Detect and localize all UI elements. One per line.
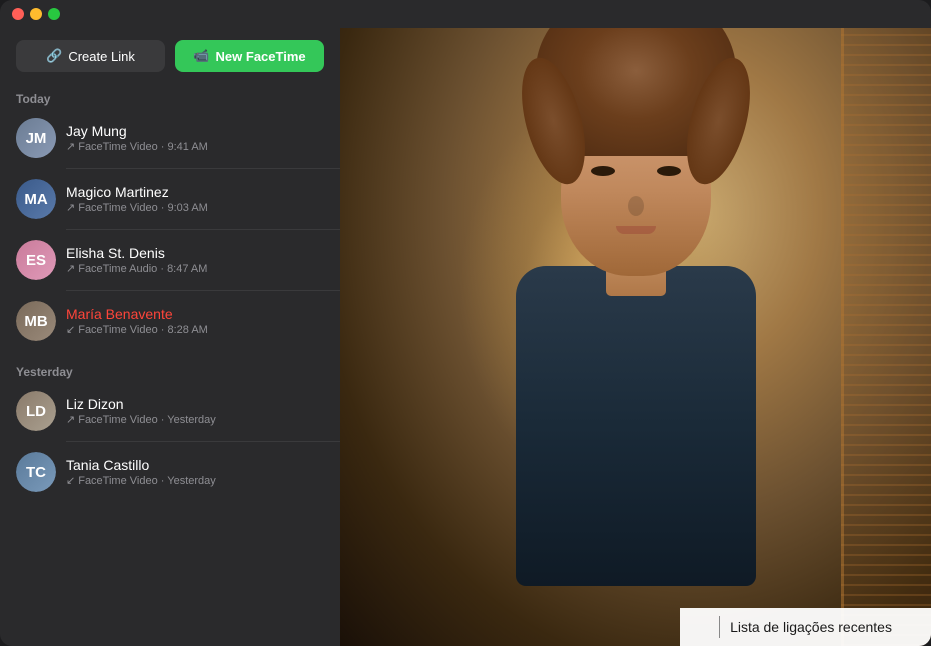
video-icon: 📹 bbox=[193, 48, 209, 64]
call-detail-magico-martinez: ↗ FaceTime Video · 9:03 AM bbox=[66, 201, 324, 214]
close-button[interactable] bbox=[12, 8, 24, 20]
call-item-maria[interactable]: MB María Benavente ↙ FaceTime Video · 8:… bbox=[0, 293, 340, 349]
call-item-tania[interactable]: TC Tania Castillo ↙ FaceTime Video · Yes… bbox=[0, 444, 340, 500]
app-window: 🔗 Create Link 📹 New FaceTime Today JM bbox=[0, 0, 931, 646]
call-name-elisha: Elisha St. Denis bbox=[66, 245, 324, 261]
avatar-maria: MB bbox=[16, 301, 56, 341]
call-name-tania: Tania Castillo bbox=[66, 457, 324, 473]
call-detail-tania: ↙ FaceTime Video · Yesterday bbox=[66, 474, 324, 487]
call-detail-liz: ↗ FaceTime Video · Yesterday bbox=[66, 413, 324, 426]
avatar-liz: LD bbox=[16, 391, 56, 431]
direction-arrow-tania: ↙ bbox=[66, 474, 75, 487]
avatar-jay-mung: JM bbox=[16, 118, 56, 158]
direction-arrow-liz: ↗ bbox=[66, 413, 75, 426]
direction-arrow-elisha: ↗ bbox=[66, 262, 75, 275]
call-info-liz: Liz Dizon ↗ FaceTime Video · Yesterday bbox=[66, 396, 324, 426]
eye-right bbox=[657, 166, 681, 176]
sidebar: 🔗 Create Link 📹 New FaceTime Today JM bbox=[0, 28, 340, 646]
mouth bbox=[616, 226, 656, 234]
title-bar bbox=[0, 0, 931, 28]
call-list: Today JM Jay Mung ↗ FaceTime Video · 9:4… bbox=[0, 84, 340, 646]
create-link-label: Create Link bbox=[68, 49, 134, 64]
eye-left bbox=[591, 166, 615, 176]
divider bbox=[66, 229, 340, 230]
new-facetime-button[interactable]: 📹 New FaceTime bbox=[175, 40, 324, 72]
avatar-magico-martinez: MA bbox=[16, 179, 56, 219]
call-item-jay-mung[interactable]: JM Jay Mung ↗ FaceTime Video · 9:41 AM bbox=[0, 110, 340, 166]
section-today: Today bbox=[0, 84, 340, 110]
call-name-liz: Liz Dizon bbox=[66, 396, 324, 412]
caption-line bbox=[719, 616, 720, 638]
call-name-maria: María Benavente bbox=[66, 306, 324, 322]
call-item-elisha[interactable]: ES Elisha St. Denis ↗ FaceTime Audio · 8… bbox=[0, 232, 340, 288]
person-figure bbox=[476, 86, 796, 586]
call-item-magico-martinez[interactable]: MA Magico Martinez ↗ FaceTime Video · 9:… bbox=[0, 171, 340, 227]
call-info-magico-martinez: Magico Martinez ↗ FaceTime Video · 9:03 … bbox=[66, 184, 324, 214]
traffic-lights bbox=[12, 8, 60, 20]
person-body bbox=[516, 266, 756, 586]
call-name-jay-mung: Jay Mung bbox=[66, 123, 324, 139]
call-detail-elisha: ↗ FaceTime Audio · 8:47 AM bbox=[66, 262, 324, 275]
call-detail-jay-mung: ↗ FaceTime Video · 9:41 AM bbox=[66, 140, 324, 153]
main-content: 🔗 Create Link 📹 New FaceTime Today JM bbox=[0, 28, 931, 646]
call-item-liz[interactable]: LD Liz Dizon ↗ FaceTime Video · Yesterda… bbox=[0, 383, 340, 439]
caption-text: Lista de ligações recentes bbox=[730, 619, 892, 635]
avatar-tania: TC bbox=[16, 452, 56, 492]
sidebar-header: 🔗 Create Link 📹 New FaceTime bbox=[0, 28, 340, 84]
window-decoration bbox=[841, 28, 931, 646]
direction-arrow-maria: ↙ bbox=[66, 323, 75, 336]
create-link-button[interactable]: 🔗 Create Link bbox=[16, 40, 165, 72]
photo-area: Lista de ligações recentes bbox=[340, 28, 931, 646]
call-detail-maria: ↙ FaceTime Video · 8:28 AM bbox=[66, 323, 324, 336]
divider bbox=[66, 441, 340, 442]
call-info-maria: María Benavente ↙ FaceTime Video · 8:28 … bbox=[66, 306, 324, 336]
divider bbox=[66, 168, 340, 169]
direction-arrow-jay: ↗ bbox=[66, 140, 75, 153]
call-info-jay-mung: Jay Mung ↗ FaceTime Video · 9:41 AM bbox=[66, 123, 324, 153]
direction-arrow-magico: ↗ bbox=[66, 201, 75, 214]
caption-bar: Lista de ligações recentes bbox=[680, 608, 931, 646]
minimize-button[interactable] bbox=[30, 8, 42, 20]
call-info-elisha: Elisha St. Denis ↗ FaceTime Audio · 8:47… bbox=[66, 245, 324, 275]
divider bbox=[66, 290, 340, 291]
nose bbox=[628, 196, 644, 216]
new-facetime-label: New FaceTime bbox=[216, 49, 306, 64]
link-icon: 🔗 bbox=[46, 48, 62, 64]
call-info-tania: Tania Castillo ↙ FaceTime Video · Yester… bbox=[66, 457, 324, 487]
call-name-magico-martinez: Magico Martinez bbox=[66, 184, 324, 200]
maximize-button[interactable] bbox=[48, 8, 60, 20]
avatar-elisha: ES bbox=[16, 240, 56, 280]
section-yesterday: Yesterday bbox=[0, 357, 340, 383]
